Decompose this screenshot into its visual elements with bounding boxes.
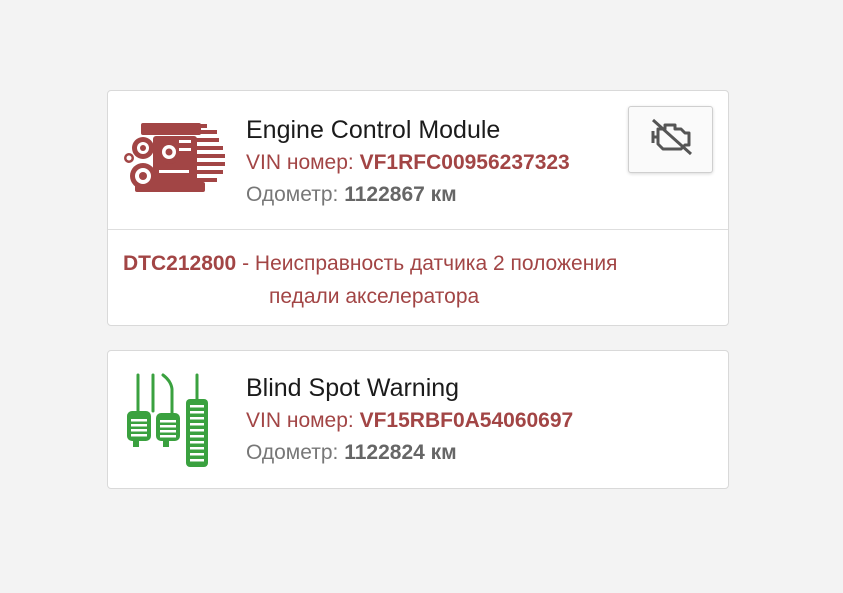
dtc-description-line1: Неисправность датчика 2 положения xyxy=(254,252,618,275)
vin-label: VIN номер: xyxy=(246,409,354,432)
odometer-label: Одометр: xyxy=(246,183,339,206)
module-title: Blind Spot Warning xyxy=(246,374,460,402)
dtc-separator: - xyxy=(236,252,255,275)
module-title: Engine Control Module xyxy=(246,116,501,144)
engine-off-icon xyxy=(647,117,695,162)
module-card-engine: Engine Control Module VIN номер: VF1RFC0… xyxy=(107,90,729,326)
vin-label: VIN номер: xyxy=(246,151,354,174)
pedals-icon xyxy=(123,373,229,467)
engine-icon xyxy=(123,118,229,198)
card-header: Blind Spot Warning VIN номер: VF15RBF0A5… xyxy=(108,351,728,489)
odometer-value: 1122824 км xyxy=(344,441,457,464)
vin-value: VF15RBF0A54060697 xyxy=(359,409,574,432)
vin-line: VIN номер: VF15RBF0A54060697 xyxy=(246,405,573,437)
odometer-line: Одометр: 1122867 км xyxy=(246,179,570,211)
card-divider xyxy=(108,229,728,230)
module-info: Engine Control Module VIN номер: VF1RFC0… xyxy=(246,113,570,211)
vin-value: VF1RFC00956237323 xyxy=(359,151,570,174)
dtc-code: DTC212800 xyxy=(123,252,237,275)
odometer-label: Одометр: xyxy=(246,441,339,464)
module-card-blind-spot: Blind Spot Warning VIN номер: VF15RBF0A5… xyxy=(107,350,729,489)
engine-off-button[interactable] xyxy=(628,106,713,173)
dtc-description-line2: педали акселератора xyxy=(269,285,480,308)
module-info: Blind Spot Warning VIN номер: VF15RBF0A5… xyxy=(246,371,573,469)
vin-line: VIN номер: VF1RFC00956237323 xyxy=(246,147,570,179)
card-header: Engine Control Module VIN номер: VF1RFC0… xyxy=(108,91,728,229)
dtc-message: DTC212800 - Неисправность датчика 2 поло… xyxy=(123,247,708,313)
odometer-line: Одометр: 1122824 км xyxy=(246,437,573,469)
odometer-value: 1122867 км xyxy=(344,183,457,206)
